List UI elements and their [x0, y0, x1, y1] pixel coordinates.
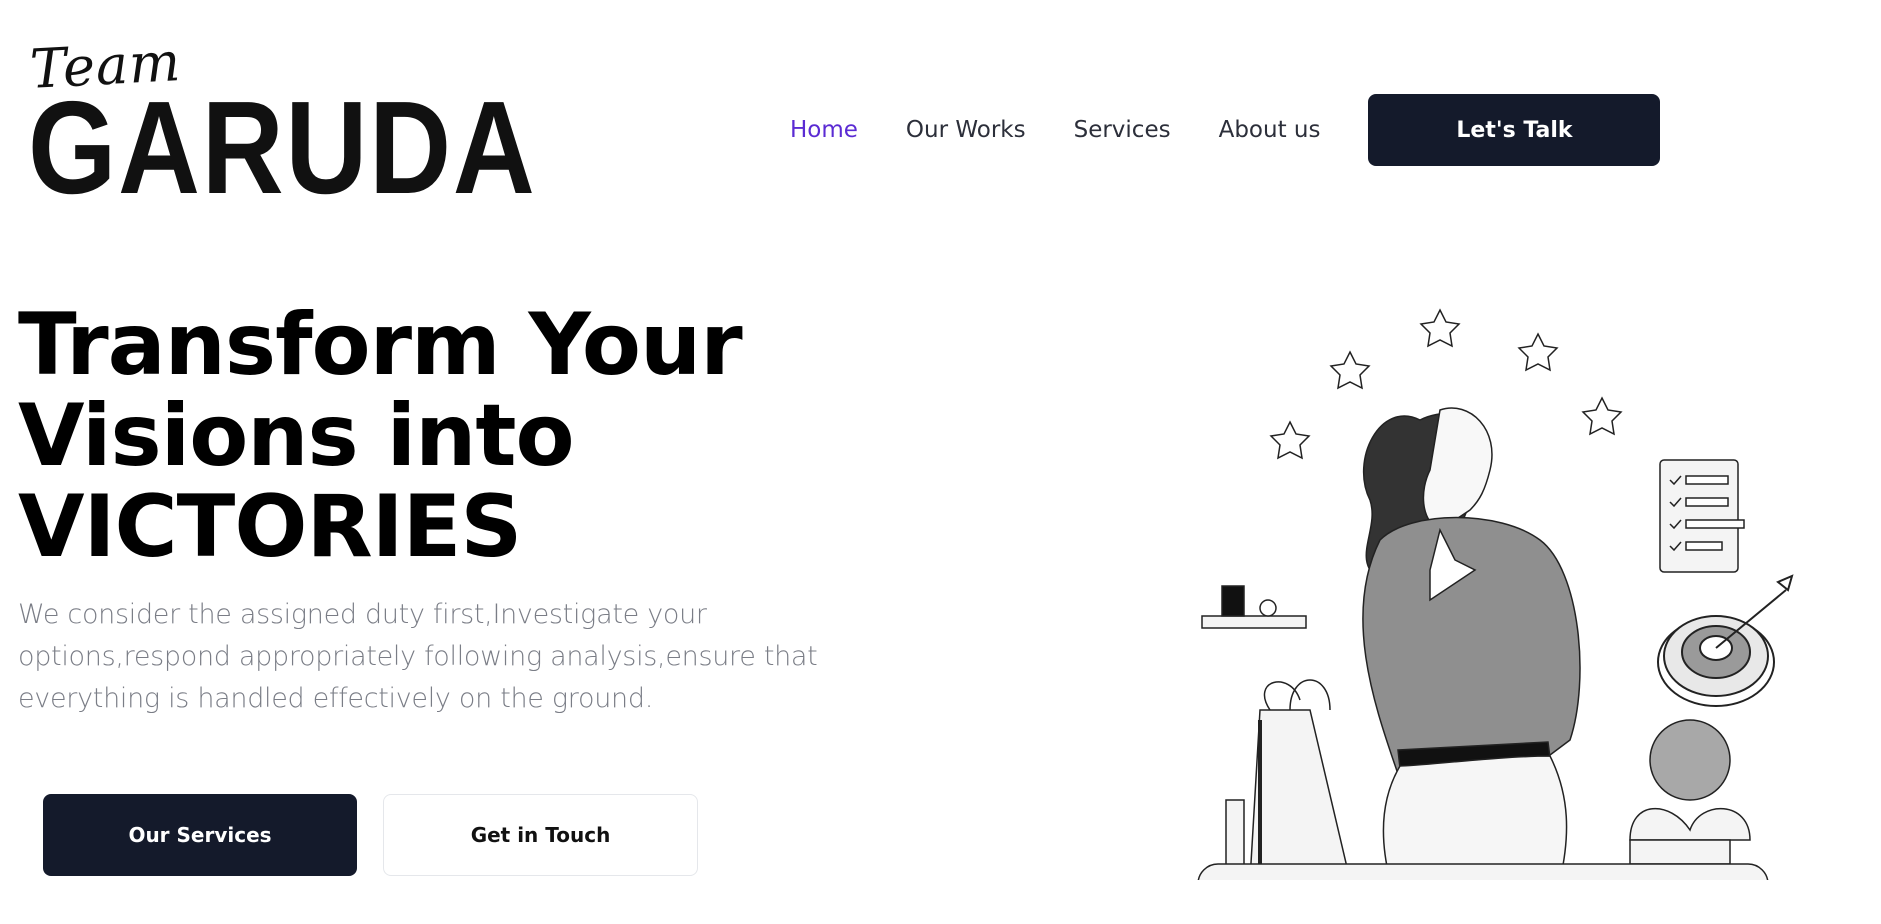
- woman-figure: [1362, 407, 1581, 880]
- checklist-icon: [1659, 459, 1745, 573]
- nav-home[interactable]: Home: [790, 117, 858, 143]
- hero-title-line: Visions into: [18, 386, 575, 486]
- hero-title-line: Transform Your: [18, 295, 743, 395]
- plant-icon: [1629, 719, 1751, 865]
- nav-services[interactable]: Services: [1074, 117, 1171, 143]
- our-services-button[interactable]: Our Services: [43, 794, 357, 876]
- shelf-icon: [1201, 585, 1307, 629]
- lets-talk-button[interactable]: Let's Talk: [1368, 94, 1661, 166]
- hero-description: We consider the assigned duty first,Inve…: [18, 599, 818, 714]
- bag-icon: [1225, 679, 1351, 880]
- logo-garuda-text: GARUDA: [28, 74, 537, 221]
- nav-our-works[interactable]: Our Works: [906, 117, 1026, 143]
- target-icon: [1657, 574, 1794, 707]
- brand-logo[interactable]: Team GARUDA: [28, 30, 535, 224]
- woman-thumbs-up-illustration: [1197, 308, 1794, 880]
- hero-title: Transform Your Visions into VICTORIES: [18, 295, 743, 577]
- desk-icon: [1197, 863, 1769, 880]
- nav-about-us[interactable]: About us: [1219, 117, 1321, 143]
- main-nav: Home Our Works Services About us Let's T…: [790, 94, 1661, 166]
- get-in-touch-button[interactable]: Get in Touch: [383, 794, 698, 876]
- hero-title-line: VICTORIES: [18, 477, 522, 577]
